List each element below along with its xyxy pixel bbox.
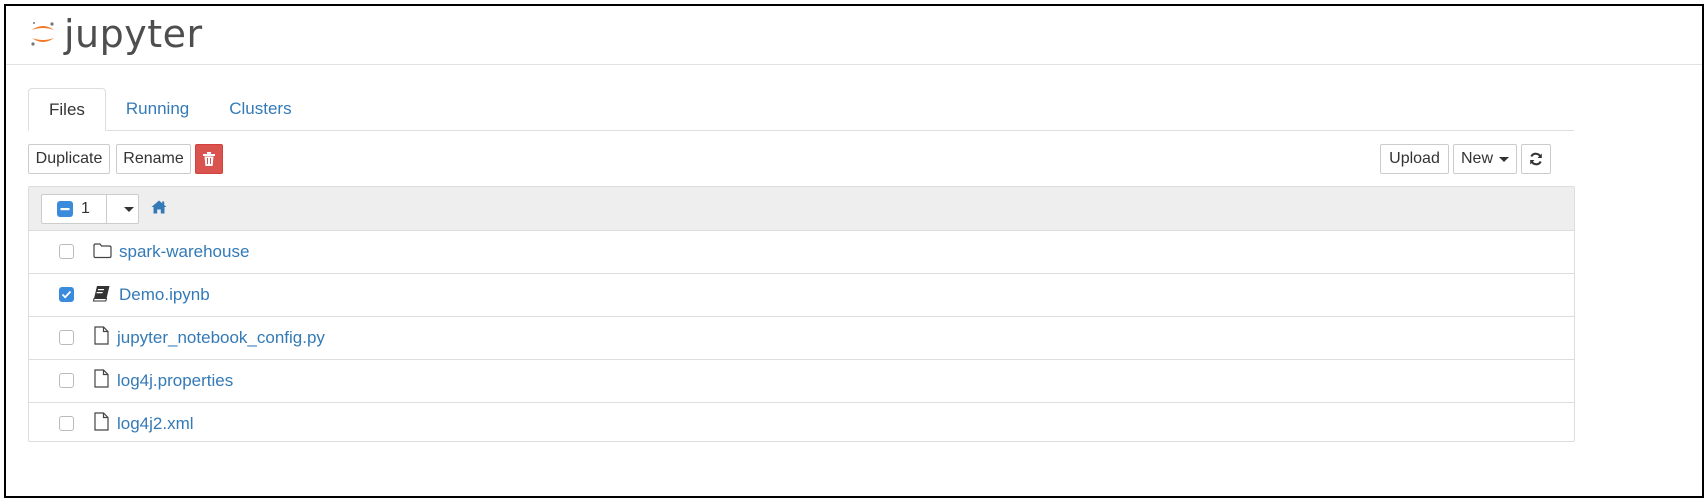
logo-text: jupyter: [64, 12, 203, 56]
tab-label: Files: [49, 99, 85, 119]
file-icon: [94, 326, 109, 345]
tab-running[interactable]: Running: [106, 88, 209, 130]
list-item[interactable]: log4j.properties: [29, 360, 1574, 403]
list-item[interactable]: jupyter_notebook_config.py: [29, 317, 1574, 360]
chevron-down-icon: [1499, 156, 1510, 162]
file-link[interactable]: Demo.ipynb: [119, 285, 210, 305]
file-list: 1 spark-warehouse Demo.ipynb jupyter_not…: [28, 186, 1575, 442]
row-checkbox[interactable]: [59, 244, 74, 259]
row-checkbox[interactable]: [59, 373, 74, 388]
file-link[interactable]: jupyter_notebook_config.py: [117, 328, 325, 348]
upload-button[interactable]: Upload: [1380, 144, 1449, 174]
notebook-icon: [92, 286, 110, 302]
partial-checkbox-icon[interactable]: [57, 201, 73, 217]
duplicate-label: Duplicate: [35, 150, 103, 167]
trash-icon: [203, 152, 215, 166]
select-all-dropdown[interactable]: 1: [41, 194, 139, 224]
file-icon: [94, 369, 109, 388]
list-item[interactable]: Demo.ipynb: [29, 274, 1574, 317]
file-link[interactable]: log4j2.xml: [117, 414, 194, 434]
tab-label: Running: [125, 99, 190, 118]
refresh-icon: [1530, 152, 1542, 166]
folder-icon: [93, 243, 112, 259]
file-link[interactable]: log4j.properties: [117, 371, 233, 391]
rename-button[interactable]: Rename: [116, 144, 191, 174]
window-frame: jupyter Files Running Clusters Duplicate…: [4, 4, 1704, 498]
row-checkbox[interactable]: [59, 416, 74, 431]
chevron-down-icon[interactable]: [124, 207, 134, 212]
refresh-button[interactable]: [1521, 144, 1551, 174]
new-dropdown-button[interactable]: New: [1453, 144, 1517, 174]
file-link[interactable]: spark-warehouse: [119, 242, 249, 262]
new-label: New: [1461, 150, 1494, 167]
file-icon: [94, 412, 109, 431]
tab-files[interactable]: Files: [28, 88, 106, 131]
rename-label: Rename: [123, 150, 184, 167]
tab-bar: Files Running Clusters: [28, 88, 1574, 131]
list-item[interactable]: log4j2.xml: [29, 403, 1574, 445]
list-header: 1: [29, 187, 1574, 231]
delete-button[interactable]: [195, 144, 223, 174]
tab-clusters[interactable]: Clusters: [209, 88, 311, 130]
row-checkbox[interactable]: [59, 330, 74, 345]
row-checkbox[interactable]: [59, 287, 74, 302]
checkmark-icon: [61, 290, 72, 299]
tab-label: Clusters: [229, 99, 292, 118]
list-item[interactable]: spark-warehouse: [29, 231, 1574, 274]
home-icon[interactable]: [151, 200, 167, 214]
header: jupyter: [6, 6, 1702, 65]
duplicate-button[interactable]: Duplicate: [28, 144, 110, 174]
upload-label: Upload: [1389, 150, 1440, 167]
jupyter-logo[interactable]: jupyter: [28, 14, 203, 54]
jupyter-logo-icon: [31, 22, 54, 46]
divider: [106, 195, 107, 223]
selected-count: 1: [81, 200, 90, 217]
